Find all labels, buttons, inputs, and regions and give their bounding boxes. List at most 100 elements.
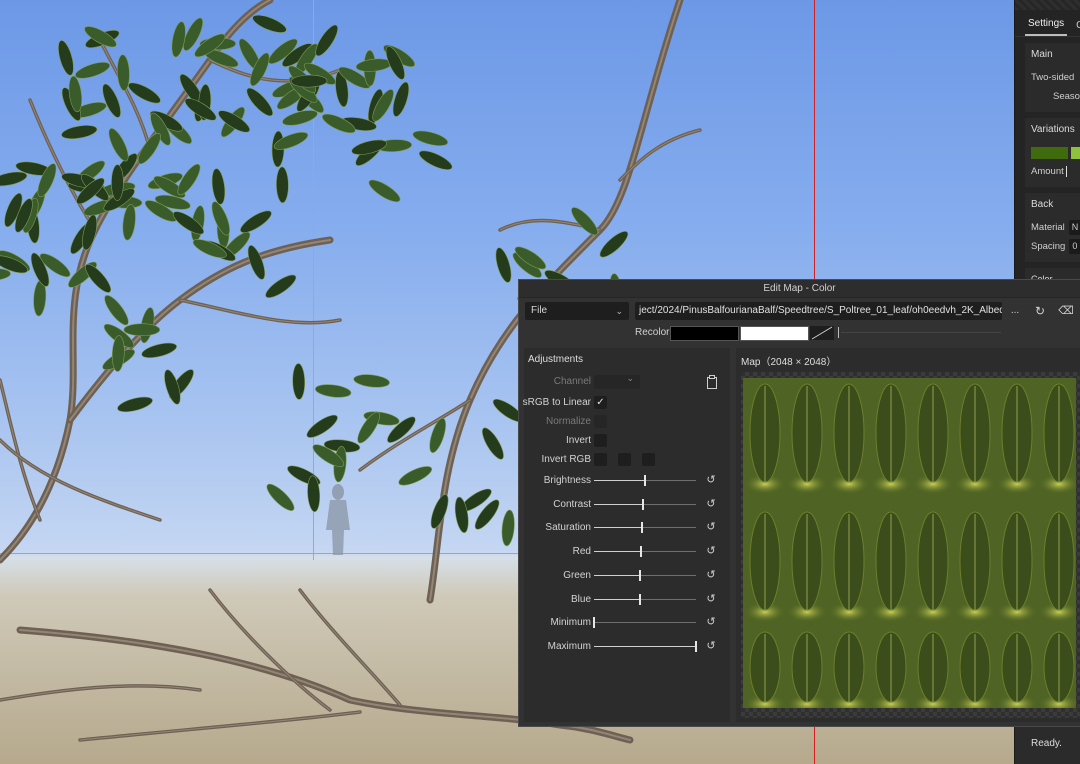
invert-rgb-label: Invert RGB — [541, 454, 591, 465]
saturation-slider[interactable] — [594, 522, 696, 534]
map-preview-area[interactable] — [741, 372, 1080, 718]
variations-section: Variations Amount — [1025, 118, 1080, 187]
invert-checkbox[interactable] — [594, 434, 607, 447]
recolor-black-swatch[interactable] — [670, 326, 739, 341]
channel-row: Channel ⌄ — [524, 373, 730, 390]
reset-icon[interactable]: ↺ — [704, 473, 718, 487]
recolor-slider-knob[interactable] — [838, 327, 839, 338]
blue-slider-fill — [594, 598, 640, 600]
recolor-slider-track[interactable] — [841, 332, 1001, 333]
season-row[interactable]: Season — [1031, 87, 1080, 106]
channel-label: Channel — [553, 376, 591, 387]
invert-rgb-row: Invert RGB — [524, 452, 730, 468]
blue-slider-knob[interactable] — [638, 593, 641, 605]
maximum-label: Maximum — [547, 640, 591, 652]
reload-icon[interactable]: ↻ — [1031, 302, 1049, 320]
tab-settings[interactable]: Settings — [1025, 18, 1068, 36]
reset-icon[interactable]: ↺ — [704, 520, 718, 534]
leaf — [117, 54, 130, 91]
brightness-slider-knob[interactable] — [644, 475, 646, 486]
blue-slider[interactable] — [594, 593, 696, 605]
leaf — [306, 414, 338, 438]
normalize-checkbox[interactable] — [594, 415, 607, 428]
reset-icon[interactable]: ↺ — [704, 497, 718, 511]
map-source-toolbar: File ⌄ ject/2024/PinusBalfourianaBalf/Sp… — [525, 302, 1080, 320]
invert-label: Invert — [565, 435, 591, 446]
variation-color-swatch[interactable] — [1031, 146, 1069, 159]
tab-curves[interactable]: Cu — [1073, 20, 1080, 36]
saturation-slider-knob[interactable] — [640, 522, 643, 534]
leaf — [240, 210, 272, 233]
spacing-row[interactable]: Spacing 0 — [1031, 237, 1080, 256]
browse-button[interactable]: ... — [1006, 302, 1024, 320]
minimum-slider-knob[interactable] — [593, 617, 595, 629]
leaf-albedo-texture — [743, 378, 1076, 708]
leaf — [111, 164, 124, 201]
source-type-select[interactable]: File ⌄ — [525, 302, 629, 320]
leaf — [75, 62, 111, 79]
leaf — [58, 40, 74, 76]
leaf — [482, 427, 504, 460]
leaf — [315, 24, 339, 57]
leaf — [137, 132, 161, 165]
contrast-slider-fill — [594, 503, 643, 505]
leaf — [122, 204, 136, 241]
red-slider[interactable] — [594, 546, 696, 558]
leaf — [61, 125, 98, 140]
normalize-row: Normalize — [524, 414, 730, 430]
invert-b-checkbox[interactable] — [642, 453, 655, 466]
adjustments-title: Adjustments — [528, 354, 584, 365]
green-slider-knob[interactable] — [638, 569, 641, 581]
recolor-white-swatch[interactable] — [740, 326, 809, 341]
invert-g-checkbox[interactable] — [618, 453, 631, 466]
maximum-slider-knob[interactable] — [695, 640, 697, 652]
branch-5 — [0, 438, 162, 522]
map-preview-panel: Map（2048 × 2048） — [736, 348, 1080, 722]
srgb-row: sRGB to Linear ✓ — [523, 395, 730, 411]
reset-icon[interactable]: ↺ — [704, 592, 718, 606]
branch-4 — [0, 378, 42, 522]
leaf — [501, 509, 515, 547]
spacing-field[interactable]: 0 — [1069, 239, 1080, 254]
recolor-curve-icon[interactable] — [810, 326, 834, 340]
reset-icon[interactable]: ↺ — [704, 568, 718, 582]
contrast-label: Contrast — [553, 498, 591, 510]
invert-r-checkbox[interactable] — [594, 453, 607, 466]
saturation-slider-fill — [594, 527, 642, 529]
reset-icon[interactable]: ↺ — [704, 544, 718, 558]
main-section: Main Two-sided Season — [1025, 43, 1080, 112]
minimum-row: Minimum ↺ — [524, 615, 730, 631]
map-title: Map（2048 × 2048） — [741, 357, 837, 368]
leaf — [355, 58, 393, 72]
clear-icon[interactable]: ⌫ — [1057, 302, 1075, 320]
leaf — [123, 323, 161, 337]
maximum-slider[interactable] — [594, 640, 697, 652]
contrast-slider-knob[interactable] — [641, 498, 644, 510]
red-slider-knob[interactable] — [639, 546, 642, 558]
status-bar: Ready. — [1015, 724, 1080, 764]
leaf — [111, 335, 125, 372]
variation-color-swatch-2[interactable] — [1071, 146, 1080, 159]
leaf — [398, 466, 433, 486]
two-sided-row[interactable]: Two-sided — [1031, 68, 1080, 87]
reset-icon[interactable]: ↺ — [704, 615, 718, 629]
amount-slider-knob[interactable] — [1065, 166, 1067, 177]
srgb-checkbox[interactable]: ✓ — [594, 396, 607, 409]
red-row: Red ↺ — [524, 544, 730, 560]
back-section: Back Material N Spacing 0 — [1025, 193, 1080, 262]
variation-swatches[interactable] — [1031, 143, 1080, 162]
file-path-field[interactable]: ject/2024/PinusBalfourianaBalf/Speedtree… — [635, 302, 1002, 320]
channel-select[interactable]: ⌄ — [594, 373, 640, 389]
minimum-slider[interactable] — [593, 617, 696, 629]
material-field[interactable]: N — [1068, 220, 1080, 235]
material-row[interactable]: Material N — [1031, 218, 1080, 237]
contrast-slider[interactable] — [594, 498, 696, 510]
green-slider[interactable] — [594, 569, 696, 581]
reset-icon[interactable]: ↺ — [704, 639, 718, 653]
section-title-variations: Variations — [1031, 124, 1075, 135]
brightness-slider[interactable] — [594, 475, 696, 486]
green-row: Green ↺ — [524, 568, 730, 584]
leaf — [265, 274, 297, 298]
leaf — [314, 384, 352, 398]
amount-row[interactable]: Amount — [1031, 162, 1080, 181]
